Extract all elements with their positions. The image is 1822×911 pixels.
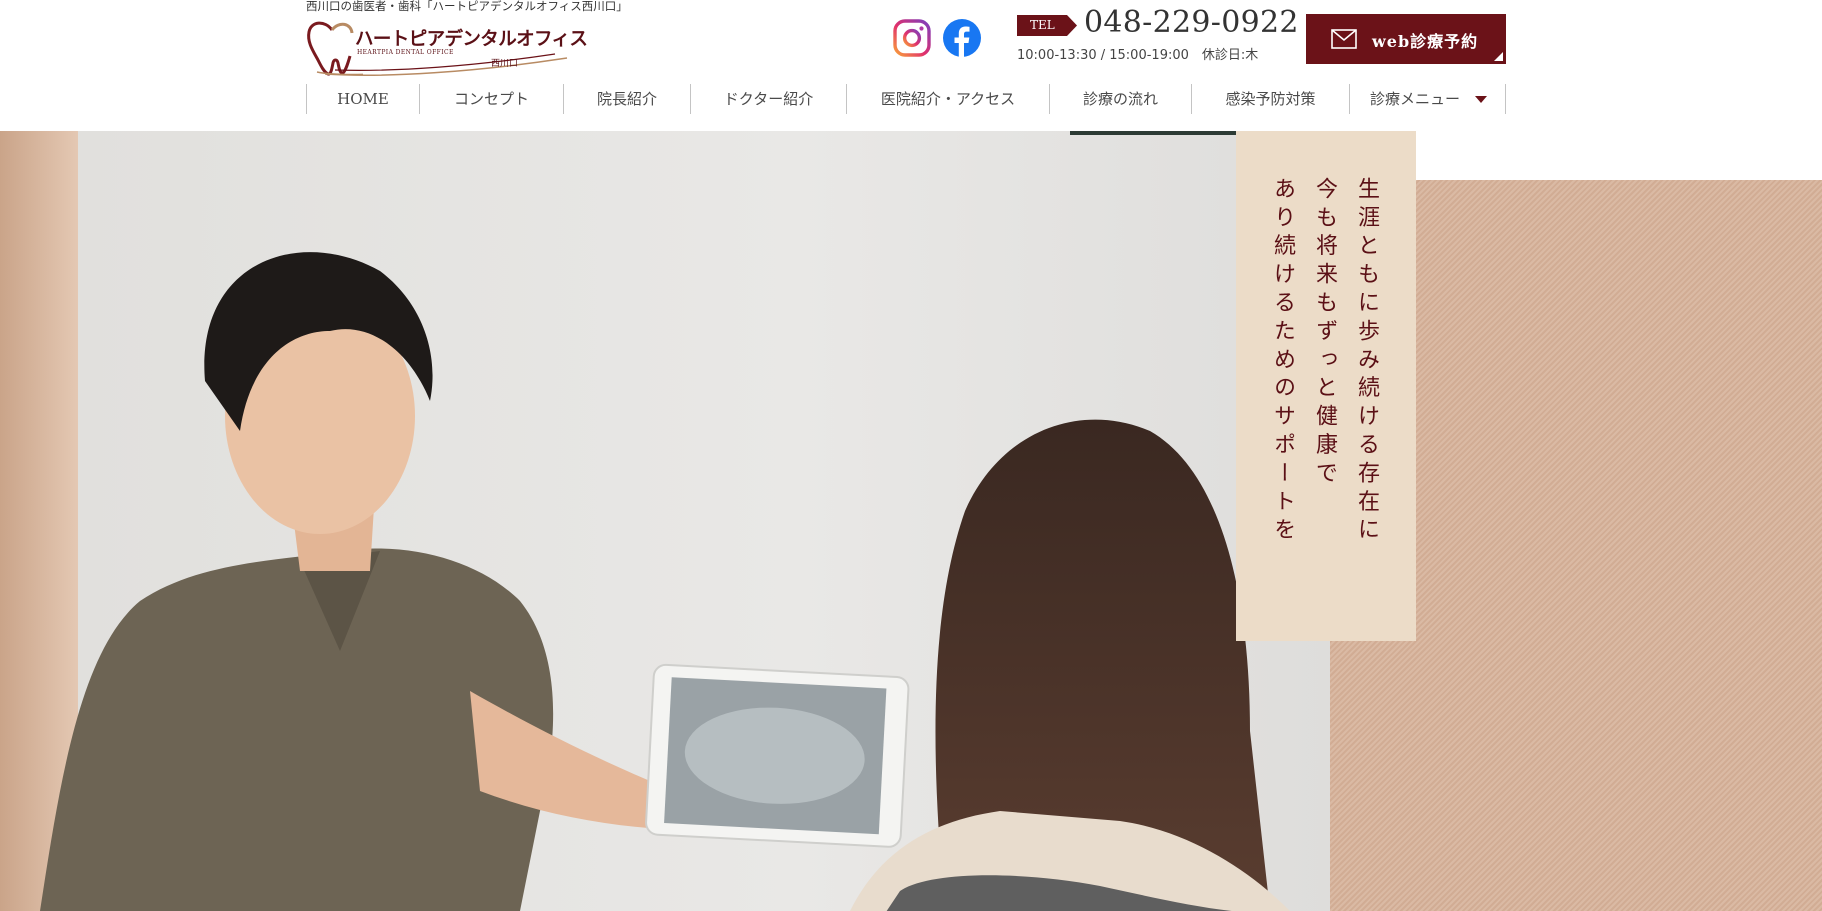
opening-hours: 10:00-13:30 / 15:00-19:00 休診日:木: [1017, 48, 1259, 63]
tel-label: TEL: [1030, 18, 1055, 32]
nav-item-director[interactable]: 院長紹介: [563, 84, 690, 114]
caret-down-icon: [1475, 96, 1487, 103]
catch-line-3: あり続けるためのサポートを: [1270, 177, 1295, 547]
tel-number[interactable]: 048-229-0922: [1084, 5, 1299, 40]
corner-arrow-icon: [1494, 52, 1503, 61]
catch-line-2: 今も将来もずっと健康で: [1312, 177, 1337, 490]
nav-item-treatment-menu[interactable]: 診療メニュー: [1349, 84, 1506, 114]
nav-item-doctors[interactable]: ドクター紹介: [690, 84, 846, 114]
site-logo[interactable]: ハートピアデンタルオフィス HEARTPIA DENTAL OFFICE 西川口: [305, 18, 588, 78]
facebook-icon[interactable]: [942, 18, 982, 58]
nav-item-clinic-access[interactable]: 医院紹介・アクセス: [846, 84, 1049, 114]
mail-icon: [1331, 29, 1357, 49]
web-reservation-label: web診療予約: [1372, 32, 1479, 51]
hero-photo: [0, 131, 1330, 911]
logo-branch: 西川口: [491, 59, 519, 69]
nav-item-concept[interactable]: コンセプト: [419, 84, 563, 114]
site-header: 西川口の歯医者・歯科「ハートピアデンタルオフィス西川口」 ハートピアデンタルオフ…: [0, 0, 1822, 131]
hero-catch-box: 生涯ともに歩み続ける存在に 今も将来もずっと健康で あり続けるためのサポートを: [1236, 131, 1416, 641]
instagram-icon[interactable]: [892, 18, 932, 58]
web-reservation-button[interactable]: web診療予約: [1306, 14, 1506, 64]
logo-english: HEARTPIA DENTAL OFFICE: [357, 49, 454, 56]
global-nav: HOME コンセプト 院長紹介 ドクター紹介 医院紹介・アクセス 診療の流れ 感…: [306, 84, 1506, 114]
nav-item-treatment-flow[interactable]: 診療の流れ: [1049, 84, 1191, 114]
nav-item-infection-control[interactable]: 感染予防対策: [1191, 84, 1349, 114]
nav-item-home[interactable]: HOME: [306, 84, 419, 114]
tel-badge: TEL: [1017, 15, 1077, 36]
catch-line-1: 生涯ともに歩み続ける存在に: [1354, 177, 1379, 547]
site-description: 西川口の歯医者・歯科「ハートピアデンタルオフィス西川口」: [306, 0, 628, 13]
logo-name: ハートピアデンタルオフィス: [355, 29, 588, 50]
